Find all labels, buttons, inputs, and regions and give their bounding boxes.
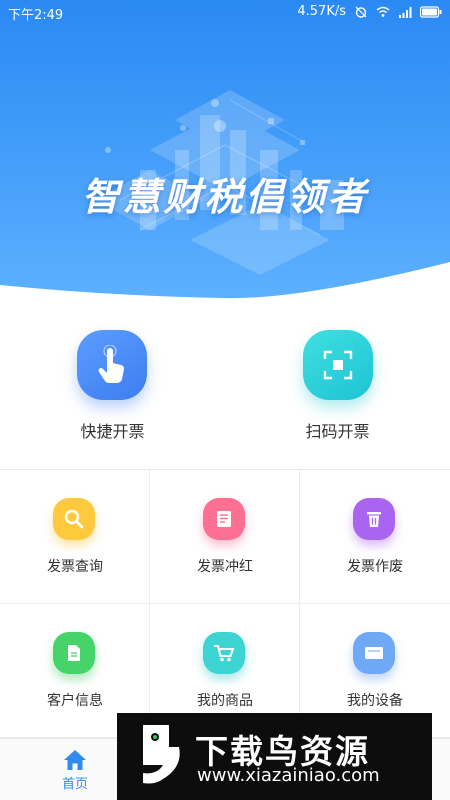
watermark-url: www.xiazainiao.com: [197, 765, 380, 786]
status-bar: 下午2:49 4.57K/s: [0, 0, 450, 24]
invoice-void-label: 发票作废: [347, 559, 403, 575]
invoice-void-button[interactable]: 发票作废: [300, 470, 450, 604]
home-icon: [64, 750, 86, 770]
device-icon: [365, 647, 383, 659]
nav-home-label: 首页: [61, 777, 88, 792]
primary-icon-wrap: [77, 330, 147, 400]
cart-icon: [214, 645, 235, 662]
feature-grid: 发票查询 发票冲红 发票作废 客户信息 我的商品 我的设备: [0, 470, 450, 738]
scan-icon: [323, 350, 353, 380]
grid-icon-wrap: [203, 498, 245, 540]
quick-invoice-button[interactable]: 快捷开票: [0, 300, 225, 470]
alarm-icon: [355, 6, 367, 18]
tap-hand-icon: [98, 345, 125, 384]
hero-banner: 智慧财税倡领者: [0, 0, 450, 300]
grid-icon-wrap: [353, 632, 395, 674]
customer-info-label: 客户信息: [47, 693, 103, 709]
invoice-query-button[interactable]: 发票查询: [0, 470, 150, 604]
invoice-reverse-label: 发票冲红: [197, 559, 253, 575]
status-indicators: 4.57K/s: [297, 4, 442, 19]
scan-invoice-label: 扫码开票: [305, 422, 370, 441]
bird-logo-icon: [143, 725, 180, 784]
hero-slogan: 智慧财税倡领者: [81, 175, 369, 219]
hero-illustration: [0, 0, 450, 299]
watermark-banner: 下载鸟资源 www.xiazainiao.com: [117, 713, 432, 800]
app-screen: 智慧财税倡领者 下午2:49 4.57K/s 快捷开票 扫码开票 发票查询 发票…: [0, 0, 450, 800]
grid-icon-wrap: [353, 498, 395, 540]
grid-icon-wrap: [203, 632, 245, 674]
primary-icon-wrap: [303, 330, 373, 400]
grid-icon-wrap: [53, 632, 95, 674]
wifi-icon: [376, 6, 390, 17]
search-icon: [64, 509, 84, 529]
network-speed: 4.57K/s: [297, 4, 346, 19]
battery-icon: [420, 5, 442, 18]
scan-invoice-button[interactable]: 扫码开票: [225, 300, 450, 470]
grid-icon-wrap: [53, 498, 95, 540]
nav-home-tab[interactable]: 首页: [40, 747, 110, 797]
status-time: 下午2:49: [8, 8, 64, 23]
quick-invoice-label: 快捷开票: [80, 422, 145, 441]
invoice-reverse-button[interactable]: 发票冲红: [150, 470, 300, 604]
file-icon: [68, 645, 80, 661]
my-products-label: 我的商品: [197, 693, 253, 709]
primary-actions: 快捷开票 扫码开票: [0, 300, 450, 470]
trash-icon: [367, 512, 381, 527]
signal-icon: [399, 6, 412, 18]
document-icon: [217, 511, 231, 527]
invoice-query-label: 发票查询: [47, 559, 103, 575]
my-devices-label: 我的设备: [347, 693, 403, 709]
